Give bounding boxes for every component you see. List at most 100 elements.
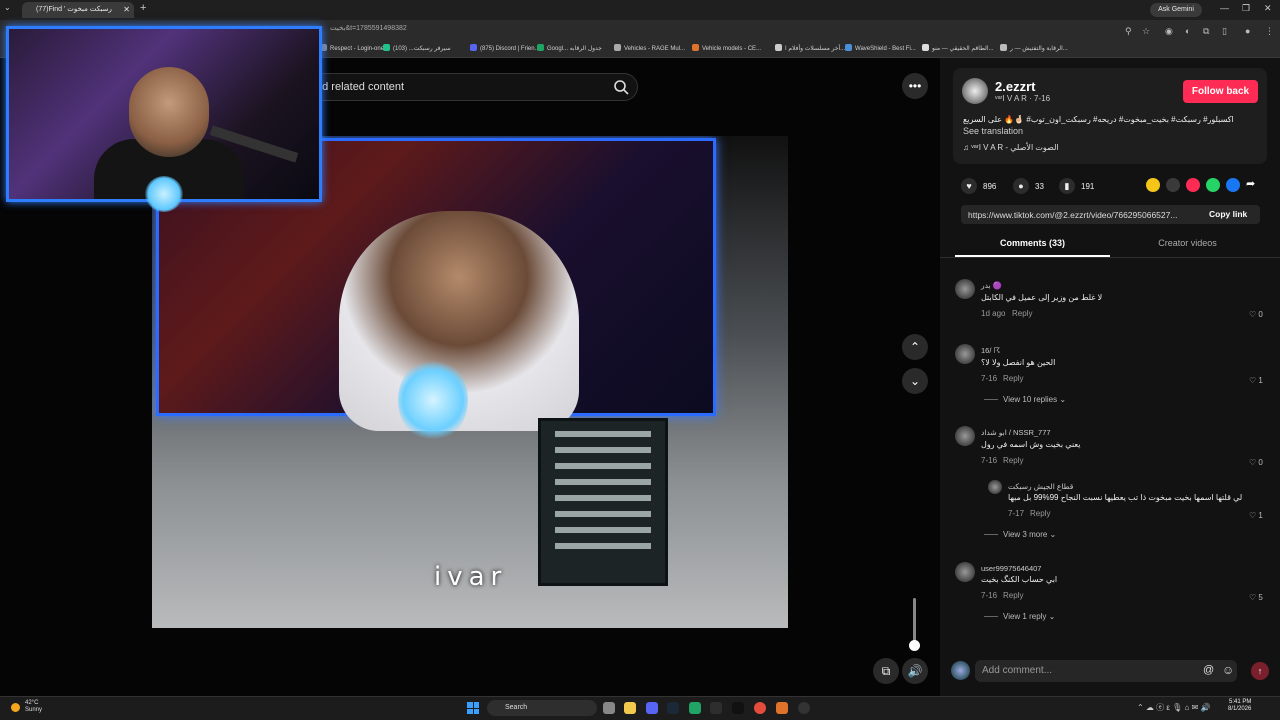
author-avatar[interactable] [962,78,988,104]
post-description: اكسبلور# رسبكت# بخيت_مبخوت# دريحه# رسبكت… [963,115,1234,124]
bookmark-item[interactable]: سيرفر رسبكت... (103) [383,44,451,52]
bookmark-item[interactable]: أخر مسلسلات وأفلام ا... [775,44,845,52]
reply-button[interactable]: Reply [1003,374,1023,383]
view-replies-button[interactable]: View 3 more ⌄ [984,530,1056,539]
tab-comments[interactable]: Comments (33) [955,238,1110,248]
file-explorer-icon[interactable] [624,702,636,714]
extension-icon[interactable]: ◐ [1185,26,1190,36]
tab-search-button[interactable]: ⌄ [4,3,11,12]
bookmark-item[interactable]: Vehicles - RAGE Mul... [614,44,685,52]
comment-like[interactable]: ♡ 0 [1249,310,1263,319]
weather-widget[interactable]: 42°C Sunny [25,700,42,714]
commenter-name[interactable]: 16/ ☈ [981,346,1000,355]
commenter-avatar[interactable] [955,562,975,582]
see-translation-link[interactable]: See translation [963,126,1023,136]
view-replies-button[interactable]: View 10 replies ⌄ [984,395,1066,404]
app-icon[interactable] [776,702,788,714]
video-caption: ivar [434,562,508,592]
commenter-avatar[interactable] [955,344,975,364]
new-tab-button[interactable]: + [140,2,146,14]
bookmark-item[interactable]: WaveShield - Best Fi... [845,44,916,52]
chrome-icon[interactable] [754,702,766,714]
sound-link[interactable]: ♫ ᵛᵃʳI V A R - الصوت الأصلي [963,143,1059,152]
profile-icon[interactable]: ● [1245,26,1250,36]
obs-icon[interactable] [798,702,810,714]
copy-link-button[interactable]: Copy link [1209,209,1247,219]
reply-button[interactable]: Reply [1030,509,1050,518]
taskbar-search[interactable]: Search [487,700,597,716]
commenter-name[interactable]: user99975646407 [981,564,1041,573]
whatsapp-icon[interactable] [1206,178,1220,192]
bookmark-item[interactable]: Vehicle models - CE... [692,44,761,52]
puzzle-icon[interactable]: ⧉ [1203,26,1209,37]
discord-icon[interactable] [646,702,658,714]
comment-like[interactable]: ♡ 1 [1249,511,1263,520]
app-icon[interactable] [689,702,701,714]
comment-like[interactable]: ♡ 5 [1249,593,1263,602]
embed-icon[interactable] [1166,178,1180,192]
volume-slider[interactable] [913,598,916,644]
commenter-avatar[interactable] [955,426,975,446]
system-tray[interactable]: ⌃ ☁ ⓔ ε 🎙 ⌂ ✉ 🔊 [1137,702,1210,713]
emoji-icon[interactable]: ☺ [1222,663,1234,677]
view-replies-button[interactable]: View 1 reply ⌄ [984,612,1055,621]
volume-icon[interactable]: 🔊 [902,658,928,684]
next-video-icon[interactable]: ⌄ [902,368,928,394]
commenter-avatar[interactable] [988,480,1002,494]
more-options-icon[interactable]: ••• [902,73,928,99]
bookmark-icon [383,44,390,51]
like-button[interactable]: ♥ 896 [961,178,996,194]
app-icon[interactable] [732,702,744,714]
commenter-name[interactable]: ابو شداد / NSSR_777 [981,428,1051,437]
save-button[interactable]: ▮ 191 [1059,178,1094,194]
bookmark-item[interactable]: Respect - Login-one [320,44,384,52]
share-friends-icon[interactable] [1146,178,1160,192]
comment-like[interactable]: ♡ 1 [1249,376,1263,385]
reply-button[interactable]: Reply [1003,456,1023,465]
post-comment-button[interactable]: ↑ [1251,662,1269,680]
share-arrow-icon[interactable]: ➦ [1246,177,1255,190]
sidebar-icon[interactable]: ▯ [1222,26,1227,37]
steam-icon[interactable] [667,702,679,714]
comment-button[interactable]: ● 33 [1013,178,1044,194]
task-view-icon[interactable] [603,702,615,714]
comment-like[interactable]: ♡ 0 [1249,458,1263,467]
mention-icon[interactable]: @ [1203,664,1214,676]
close-icon[interactable]: ✕ [123,2,130,18]
search-icon[interactable] [612,78,630,96]
send-icon[interactable] [1186,178,1200,192]
video-player[interactable] [152,136,788,628]
clock[interactable]: 5:41 PM 8/1/2026 [1228,699,1251,713]
tab-creator-videos[interactable]: Creator videos [1110,238,1265,248]
facebook-icon[interactable] [1226,178,1240,192]
xbox-icon[interactable] [710,702,722,714]
star-icon[interactable]: ☆ [1142,26,1150,37]
browser-tab[interactable]: (77)Find ' رسبكت مبخوت ✕ [22,2,134,18]
clock-date: 8/1/2026 [1228,706,1252,712]
windows-start-icon[interactable] [467,702,479,714]
bookmark-item[interactable]: الطاقم الحقيقي — منو... [922,44,994,52]
bookmark-item[interactable]: (875) Discord | Frien... [470,44,540,52]
tab-title: (77)Find ' رسبكت مبخوت [36,6,112,13]
commenter-name[interactable]: بدر 🟣 [981,281,1002,290]
close-window-icon[interactable]: ✕ [1264,3,1272,14]
author-username[interactable]: 2.ezzrt [995,79,1035,94]
zoom-icon[interactable]: ⚲ [1125,26,1132,37]
ask-gemini-button[interactable]: Ask Gemini [1150,3,1202,17]
maximize-icon[interactable]: ❐ [1242,3,1250,14]
commenter-name[interactable]: قطاع الجيش رسبكت [1008,482,1073,491]
picture-in-picture-icon[interactable]: ⧉ [873,658,899,684]
commenter-avatar[interactable] [955,279,975,299]
bookmark-item[interactable]: Googl... جدول الرقابه [537,44,602,52]
follow-back-button[interactable]: Follow back [1183,80,1258,103]
search-input[interactable]: nd related content [316,81,404,93]
bookmark-item[interactable]: الرقابة والتفتيش — ر... [1000,44,1068,52]
reply-button[interactable]: Reply [1012,309,1032,318]
menu-icon[interactable]: ⋮ [1265,26,1274,37]
volume-knob[interactable] [909,640,920,651]
extension-icon[interactable]: ◉ [1165,26,1173,37]
reply-button[interactable]: Reply [1003,591,1023,600]
minimize-icon[interactable]: — [1220,3,1229,13]
previous-video-icon[interactable]: ⌃ [902,334,928,360]
comment-placeholder[interactable]: Add comment... [982,665,1052,676]
